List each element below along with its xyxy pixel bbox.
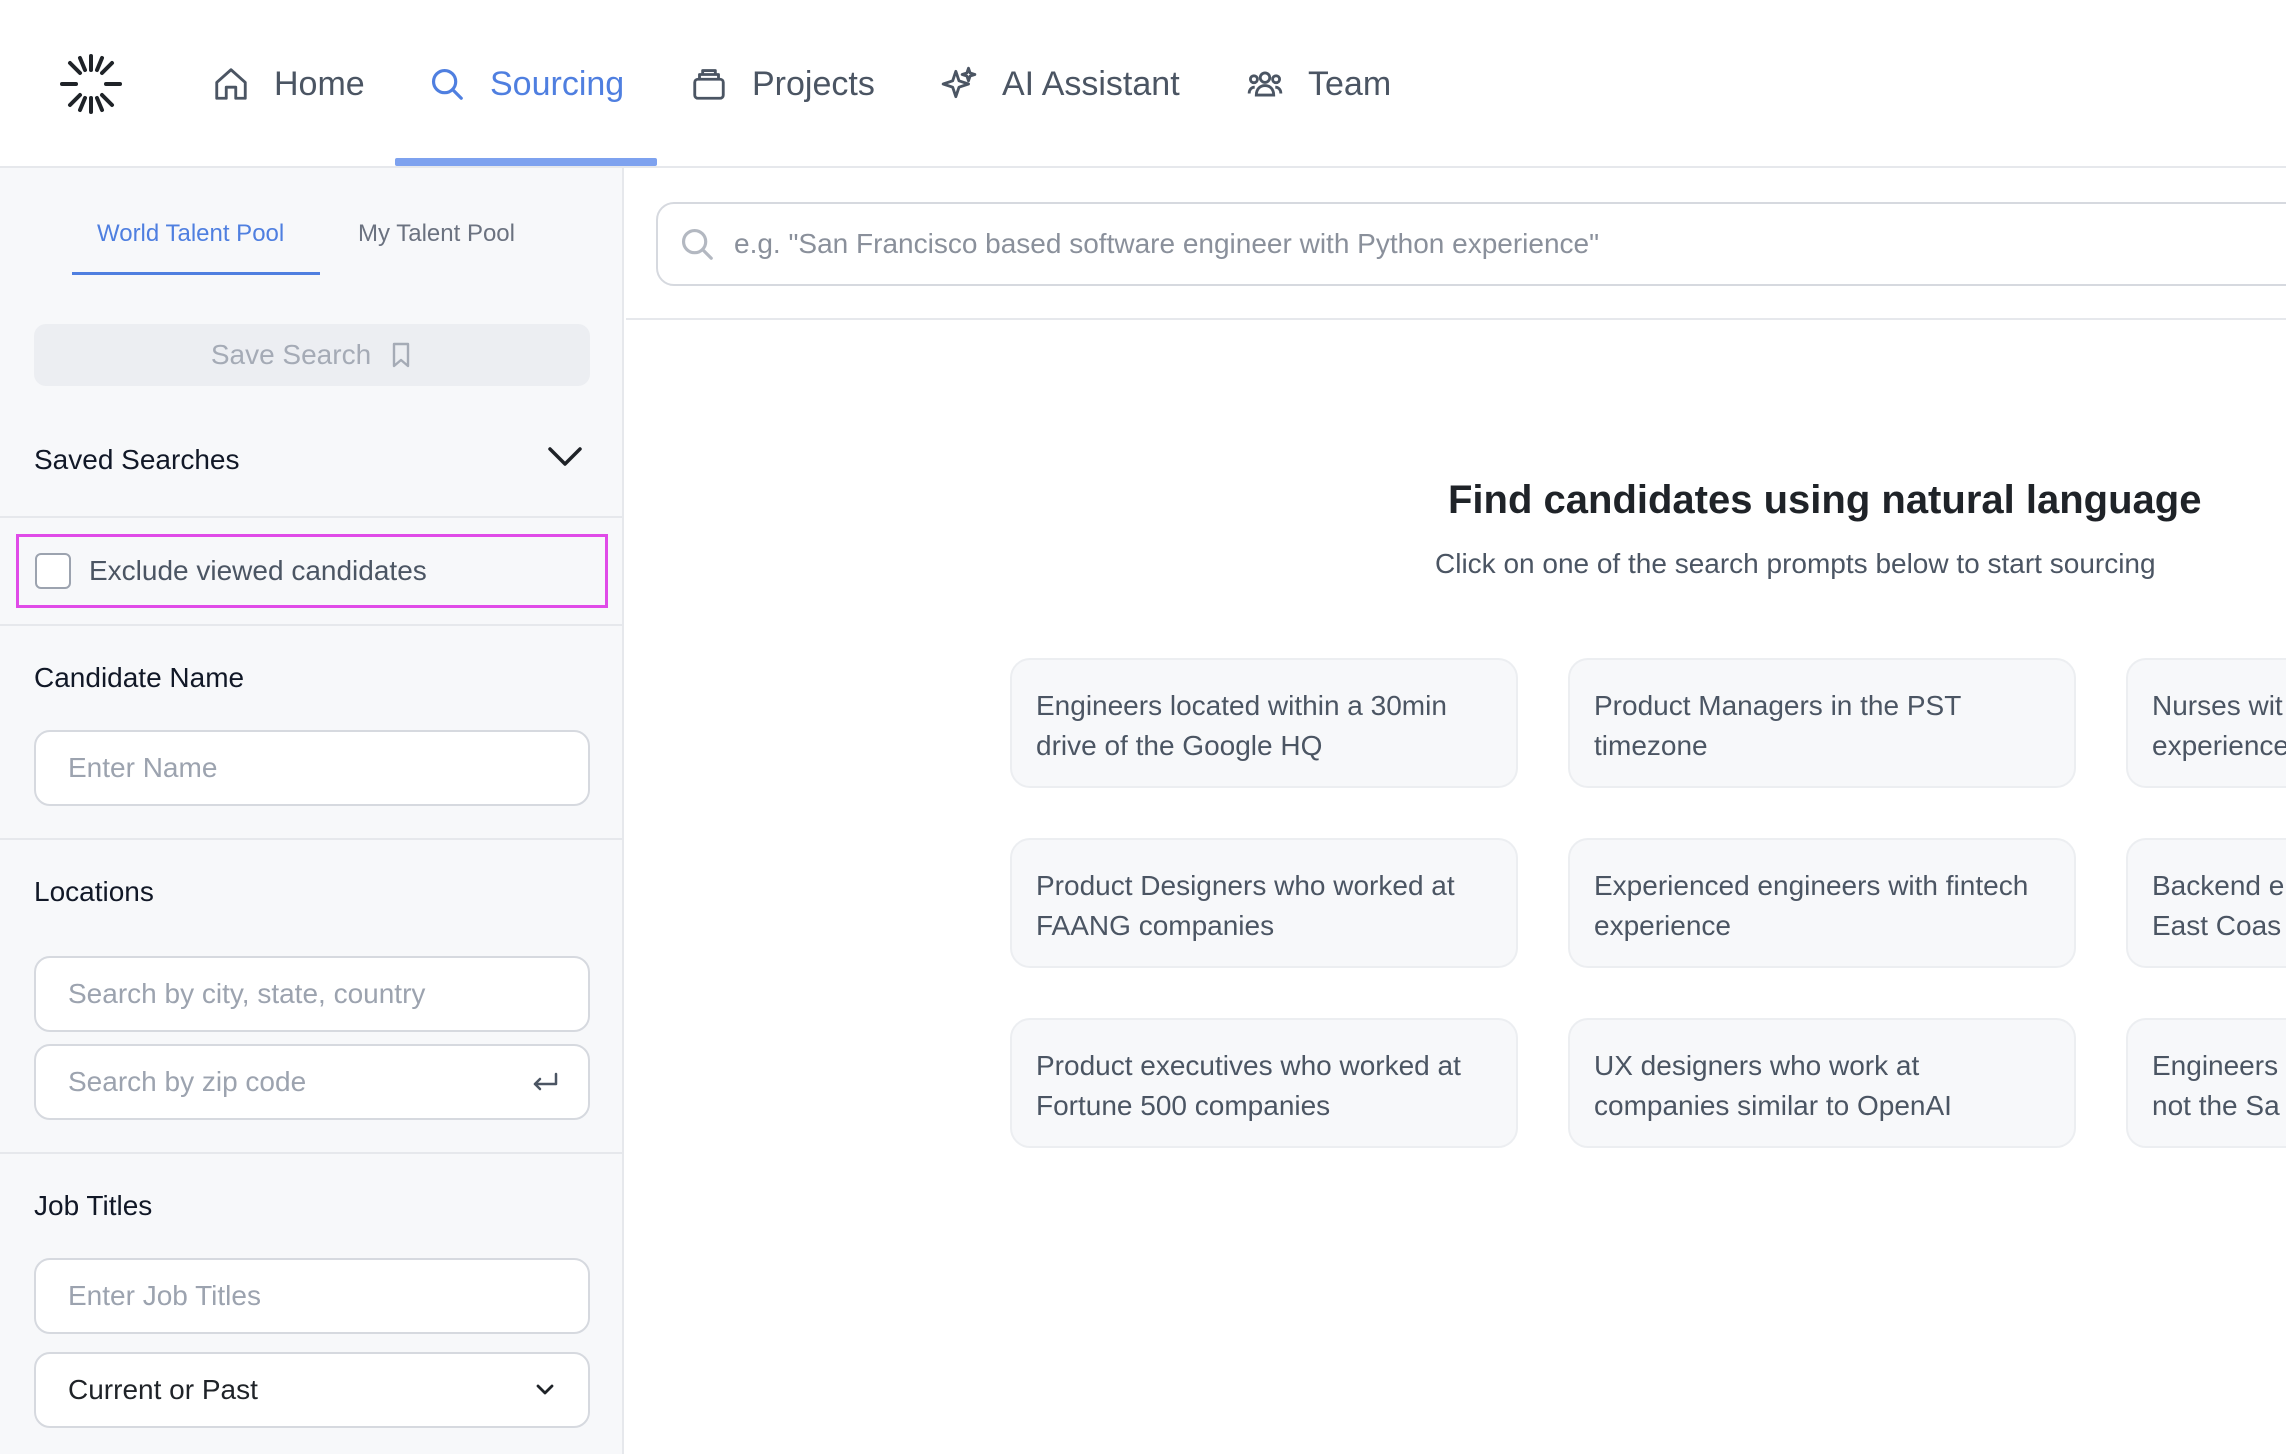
candidate-name-input[interactable]: Enter Name xyxy=(34,730,590,806)
job-time-select-value: Current or Past xyxy=(68,1374,258,1405)
candidate-name-title: Candidate Name xyxy=(34,662,245,693)
nav-team-label: Team xyxy=(1308,64,1392,103)
natural-language-search-input[interactable]: e.g. "San Francisco based software engin… xyxy=(656,202,2286,286)
nav-ai-assistant[interactable]: AI Assistant xyxy=(940,0,1180,168)
bookmark-icon xyxy=(392,342,410,368)
job-titles-input[interactable]: Enter Job Titles xyxy=(34,1258,590,1334)
hero-subtitle: Click on one of the search prompts below… xyxy=(1435,548,2156,579)
nav-home[interactable]: Home xyxy=(212,0,365,168)
chevron-down-icon xyxy=(536,1384,554,1395)
job-time-select[interactable]: Current or Past xyxy=(34,1352,590,1428)
job-titles-title: Job Titles xyxy=(34,1190,153,1221)
tab-world-talent-pool[interactable]: World Talent Pool xyxy=(97,220,284,248)
saved-searches-title: Saved Searches xyxy=(34,444,240,475)
search-prompt-card[interactable]: UX designers who work at companies simil… xyxy=(1568,1018,2076,1148)
zip-code-input[interactable]: Search by zip code xyxy=(34,1044,590,1120)
candidate-name-placeholder: Enter Name xyxy=(68,752,218,783)
job-titles-placeholder: Enter Job Titles xyxy=(68,1280,261,1311)
search-prompt-card[interactable]: Product executives who worked at Fortune… xyxy=(1010,1018,1518,1148)
exclude-viewed-option[interactable]: Exclude viewed candidates xyxy=(16,534,608,608)
home-icon xyxy=(215,68,247,100)
chevron-down-icon[interactable] xyxy=(546,445,584,469)
search-prompt-card[interactable]: Product Designers who worked at FAANG co… xyxy=(1010,838,1518,968)
search-prompt-card[interactable]: Engineers located within a 30min drive o… xyxy=(1010,658,1518,788)
save-search-label: Save Search xyxy=(210,339,372,370)
search-icon xyxy=(681,228,713,260)
divider xyxy=(0,838,622,840)
search-prompt-card[interactable]: Engineers not the Sa xyxy=(2126,1018,2286,1148)
nav-sourcing-label: Sourcing xyxy=(490,64,625,103)
active-tab-indicator xyxy=(72,272,320,275)
nav-projects[interactable]: Projects xyxy=(690,0,875,168)
search-prompt-card[interactable]: Nurses wit experience xyxy=(2126,658,2286,788)
search-prompt-card[interactable]: Experienced engineers with fintech exper… xyxy=(1568,838,2076,968)
exclude-viewed-label: Exclude viewed candidates xyxy=(89,555,427,586)
divider xyxy=(0,1152,622,1154)
top-navigation-bar: Home Sourcing Projects AI Assistant Team xyxy=(0,0,2286,168)
location-search-input[interactable]: Search by city, state, country xyxy=(34,956,590,1032)
active-nav-indicator xyxy=(395,158,657,166)
nav-projects-label: Projects xyxy=(752,64,875,103)
nav-team[interactable]: Team xyxy=(1246,0,1391,168)
tab-my-talent-pool[interactable]: My Talent Pool xyxy=(358,220,515,248)
divider xyxy=(0,624,622,626)
zip-code-placeholder: Search by zip code xyxy=(68,1066,307,1097)
divider xyxy=(0,516,622,518)
search-prompt-card[interactable]: Backend e East Coas xyxy=(2126,838,2286,968)
natural-language-search-placeholder: e.g. "San Francisco based software engin… xyxy=(734,228,1600,259)
search-prompt-card[interactable]: Product Managers in the PST timezone xyxy=(1568,658,2076,788)
main-search-area: e.g. "San Francisco based software engin… xyxy=(626,168,2286,320)
nav-sourcing[interactable]: Sourcing xyxy=(428,0,624,168)
hero-title: Find candidates using natural language xyxy=(1448,478,2202,522)
brand-logo-icon[interactable] xyxy=(58,52,124,116)
location-search-placeholder: Search by city, state, country xyxy=(68,978,426,1009)
nav-ai-assistant-label: AI Assistant xyxy=(1002,64,1180,103)
save-search-button[interactable]: Save Search xyxy=(34,324,590,386)
nav-home-label: Home xyxy=(274,64,365,103)
enter-key-icon xyxy=(533,1072,558,1091)
projects-icon xyxy=(693,69,725,100)
exclude-viewed-checkbox[interactable] xyxy=(35,553,71,589)
team-icon xyxy=(1247,71,1283,97)
search-icon xyxy=(431,68,463,100)
filters-sidebar: World Talent Pool My Talent Pool Save Se… xyxy=(0,168,624,1454)
locations-title: Locations xyxy=(34,876,154,907)
sparkles-icon xyxy=(941,66,977,99)
